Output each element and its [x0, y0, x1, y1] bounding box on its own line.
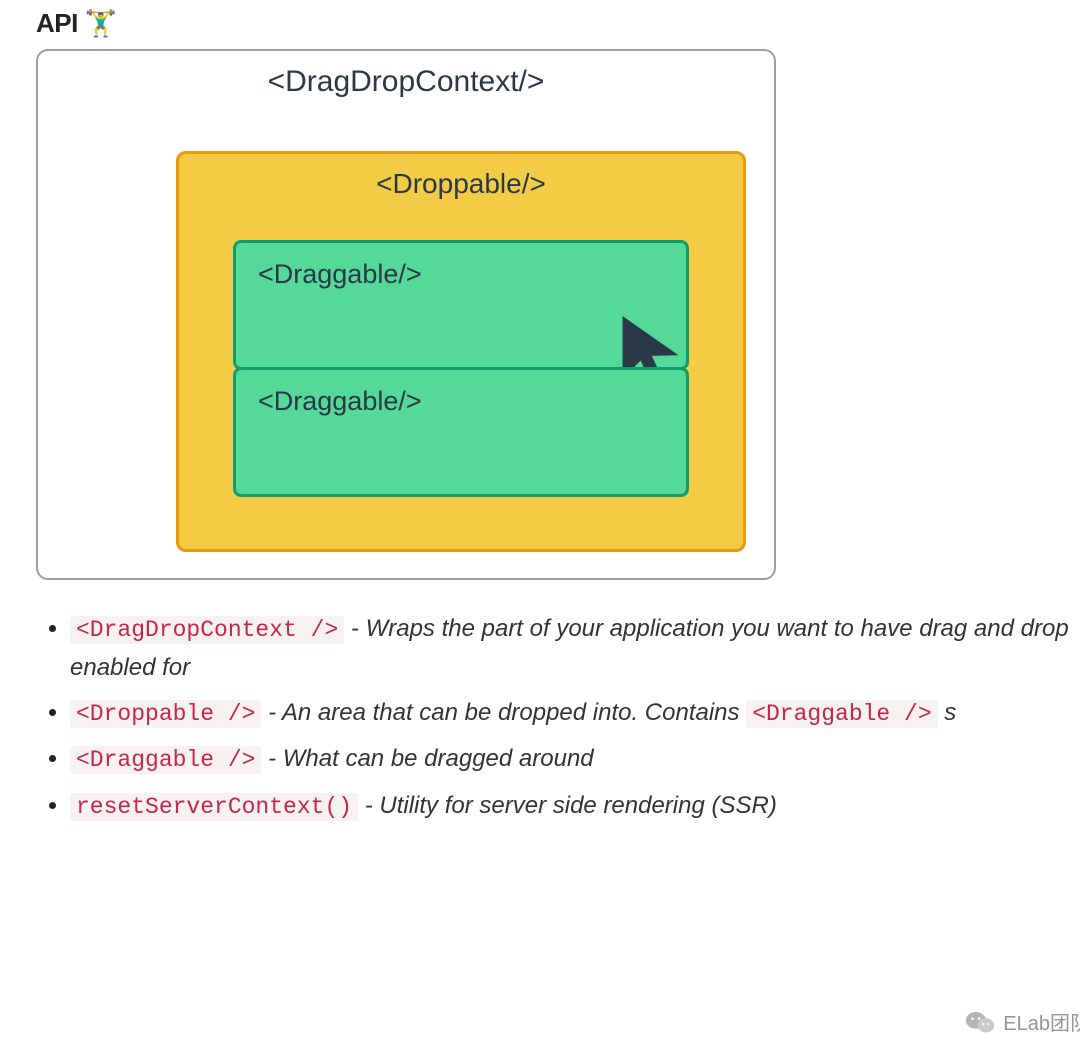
code-snippet: resetServerContext(): [70, 793, 358, 821]
code-snippet: <Draggable />: [746, 700, 937, 728]
wechat-icon: [965, 1009, 995, 1035]
dragdropcontext-label: <DragDropContext/>: [214, 65, 597, 99]
droppable-box: <Droppable/> <Draggable/> <Draggable/>: [176, 151, 746, 552]
code-snippet: <DragDropContext />: [70, 616, 344, 644]
list-item: resetServerContext() - Utility for serve…: [70, 787, 1080, 826]
watermark: ELab团队: [965, 1007, 1080, 1036]
droppable-label: <Droppable/>: [233, 168, 689, 200]
list-item: <Droppable /> - An area that can be drop…: [70, 694, 1080, 733]
draggable-label-1: <Draggable/>: [258, 259, 664, 290]
list-item: <DragDropContext /> - Wraps the part of …: [70, 610, 1080, 686]
item-description-suffix: s: [938, 699, 957, 726]
draggable-box-1: <Draggable/>: [233, 240, 689, 370]
section-heading: API 🏋️‍♂️: [36, 8, 1080, 39]
api-diagram: <DragDropContext/> <Droppable/> <Draggab…: [36, 49, 776, 580]
list-item: <Draggable /> - What can be dragged arou…: [70, 740, 1080, 779]
draggable-label-2: <Draggable/>: [258, 386, 664, 417]
watermark-text: ELab团队: [1003, 1007, 1080, 1036]
draggable-box-2: <Draggable/>: [233, 367, 689, 497]
item-description: - What can be dragged around: [261, 745, 593, 772]
item-description: - An area that can be dropped into. Cont…: [261, 699, 746, 726]
item-description: - Utility for server side rendering (SSR…: [358, 792, 777, 819]
draggable-stack: <Draggable/> <Draggable/>: [233, 240, 689, 497]
code-snippet: <Draggable />: [70, 746, 261, 774]
code-snippet: <Droppable />: [70, 700, 261, 728]
api-list: <DragDropContext /> - Wraps the part of …: [36, 610, 1080, 826]
